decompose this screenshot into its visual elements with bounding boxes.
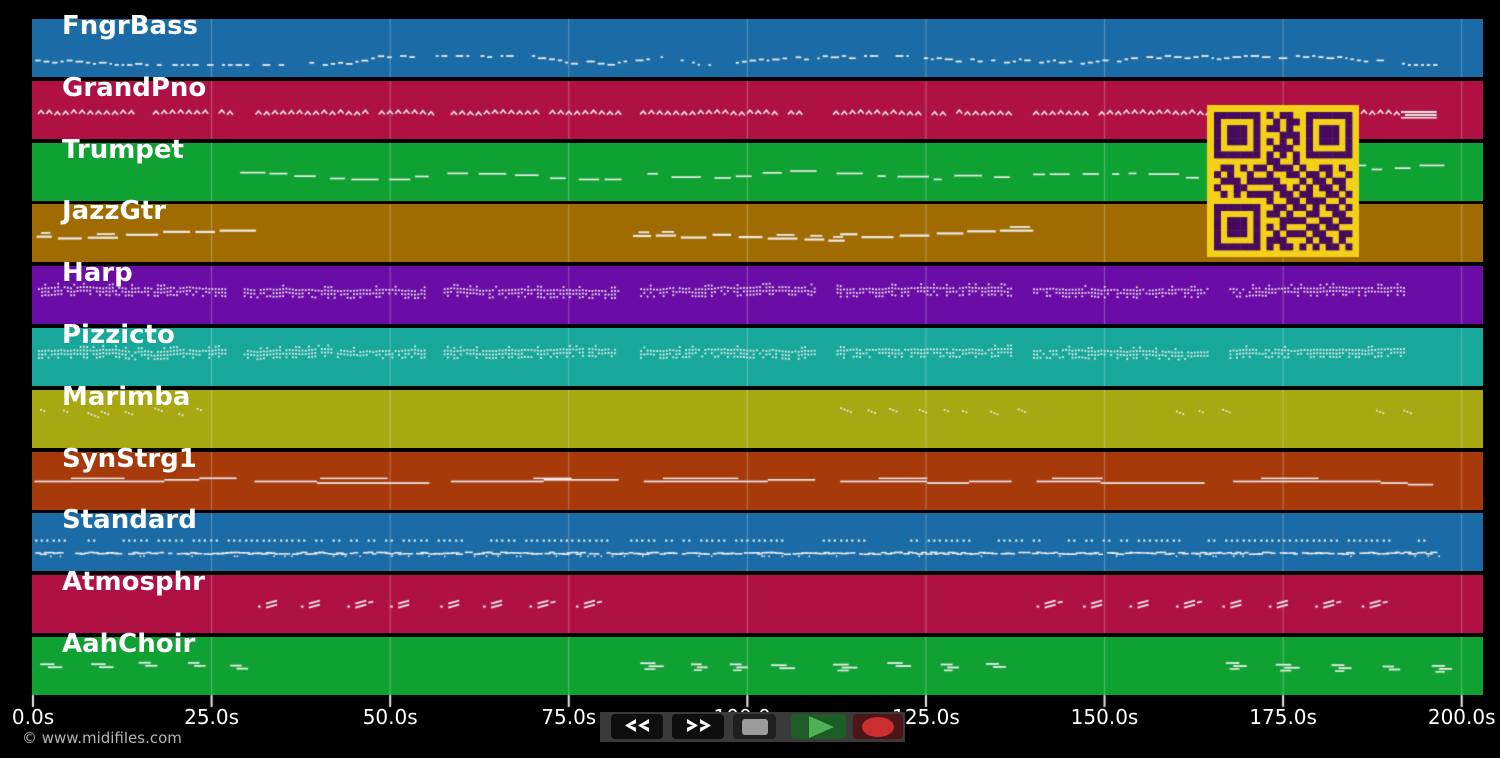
stop-button[interactable] [733,714,776,739]
stop-icon [741,718,768,735]
record-button[interactable] [853,714,903,739]
copyright-text: © www.midifiles.com [22,729,182,747]
track-label-trumpet: Trumpet [62,134,184,165]
fast-forward-button[interactable] [672,714,724,739]
qr-code [1207,105,1359,257]
axis-tick-label: 50.0s [362,705,418,729]
track-label-harp: Harp [62,258,133,289]
track-band-synstrg1 [32,451,1483,510]
track-label-fngrbass: FngrBass [62,11,199,41]
midi-player-stage: FngrBass GrandPno Trumpet JazzGtr Harp Pizzic… [0,0,1500,758]
track-band-atmosphr [32,575,1483,634]
axis-tick-label: 0.0s [11,705,55,729]
track-band-pizzicto [32,328,1483,386]
play-button[interactable] [791,714,846,739]
track-label-jazzgtr: JazzGtr [62,196,167,227]
track-label-marimba: Marimba [62,381,191,412]
track-label-grandpno: GrandPno [62,72,207,103]
axis-tick-label: 175.0s [1249,705,1317,729]
track-band-fngrbass [32,19,1483,77]
track-band-aahchoir [32,637,1483,695]
axis-tick-label: 150.0s [1070,705,1139,729]
track-band-marimba [32,389,1483,448]
track-band-harp [32,266,1483,325]
play-icon [809,715,834,738]
track-label-standard: Standard [62,505,197,536]
rewind-button[interactable] [611,714,663,739]
axis-tick-label: 25.0s [184,705,240,729]
track-band-standard [32,513,1483,572]
transport-bar [600,712,905,742]
track-label-atmosphr: Atmosphr [62,567,205,598]
rewind-icon [624,718,651,736]
track-label-pizzicto: Pizzicto [62,320,175,350]
track-label-synstrg1: SynStrg1 [62,443,197,474]
fast-forward-icon [685,718,712,736]
axis-tick-label: 75.0s [541,705,597,729]
track-label-aahchoir: AahChoir [62,629,196,659]
axis-tick-label: 200.0s [1427,705,1496,729]
record-icon [862,716,894,737]
